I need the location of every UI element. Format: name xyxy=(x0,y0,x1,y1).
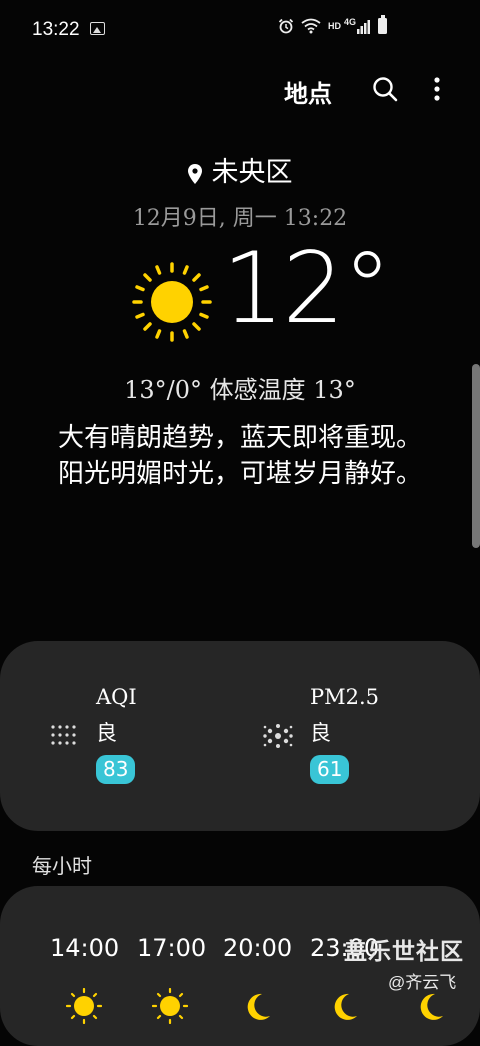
pm25-block: PM2.5 良 61 xyxy=(310,685,379,784)
watermark-author: @齐云飞 xyxy=(388,973,457,992)
aqi-block: AQI 良 83 xyxy=(96,685,137,784)
scrollbar[interactable] xyxy=(472,364,480,548)
image-notification-icon xyxy=(90,22,105,35)
aqi-value-badge: 83 xyxy=(96,755,136,784)
location-name: 未央区 xyxy=(211,157,293,188)
alarm-icon xyxy=(278,18,294,34)
aqi-title: AQI xyxy=(96,685,137,709)
pm25-level: 良 xyxy=(310,721,331,745)
wifi-icon xyxy=(301,18,321,34)
signal-icon xyxy=(357,20,371,34)
status-icons: HD 4G xyxy=(278,15,388,34)
hour-time: 20:00 xyxy=(223,934,293,962)
hour-time: 17:00 xyxy=(137,934,207,962)
location-header[interactable]: 未央区 xyxy=(0,150,480,189)
battery-icon xyxy=(378,15,388,34)
update-datetime: 12月9日, 周一 13:22 xyxy=(132,206,348,231)
sun-icon xyxy=(66,988,102,1024)
location-pin-icon xyxy=(187,163,202,184)
watermark-title: 盖乐世社区 xyxy=(344,938,464,964)
moon-icon xyxy=(247,993,270,1020)
sun-icon xyxy=(152,988,188,1024)
aqi-dots-icon xyxy=(51,725,76,745)
pm25-particles-icon xyxy=(263,724,293,748)
pm25-title: PM2.5 xyxy=(310,685,380,709)
search-icon[interactable] xyxy=(372,76,398,102)
hd-label: HD xyxy=(328,21,341,31)
pm25-value-badge: 61 xyxy=(310,755,350,784)
current-temperature: 12° xyxy=(222,232,392,346)
hour-time: 14:00 xyxy=(50,934,120,962)
weather-description: 大有晴朗趋势，蓝天即将重现。阳光明媚时光，可堪岁月静好。 xyxy=(57,423,422,489)
sun-icon xyxy=(132,262,212,342)
aqi-level: 良 xyxy=(96,721,117,745)
network-label: 4G xyxy=(344,17,357,27)
locations-button[interactable]: 地点 xyxy=(284,74,332,109)
status-bar: 13:22 HD 4G xyxy=(0,0,480,60)
moon-icon xyxy=(334,993,357,1020)
hourly-section-label: 每小时 xyxy=(32,854,92,878)
status-time: 13:22 xyxy=(32,19,80,40)
air-quality-card[interactable]: AQI 良 83 PM2.5 良 61 xyxy=(0,641,480,831)
moon-icon xyxy=(420,993,443,1020)
more-options-icon[interactable] xyxy=(430,76,444,102)
temperature-range-feels-like: 13°/0° 体感温度 13° xyxy=(124,376,356,404)
